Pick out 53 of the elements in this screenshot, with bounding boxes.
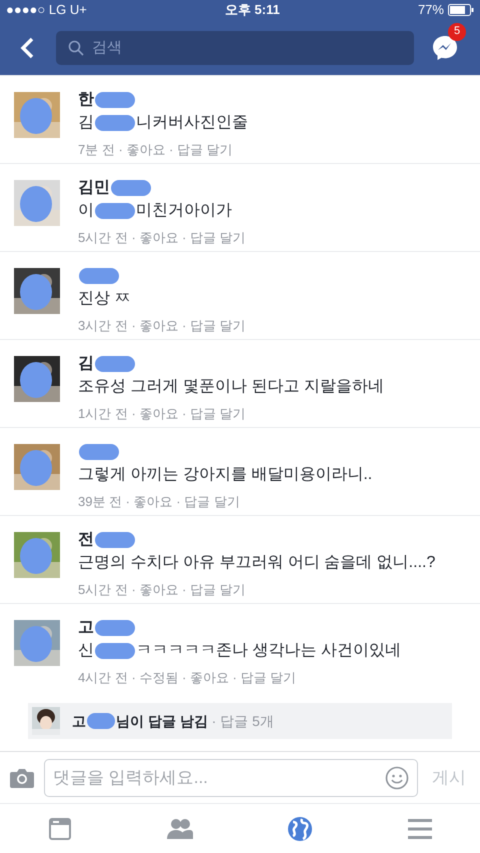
globe-icon	[288, 816, 312, 840]
search-field[interactable]: 검색	[92, 32, 402, 62]
comment-meta: 39분 전 · 좋아요 · 답글 달기	[78, 493, 241, 511]
comment-text: 그렇게 아끼는 강아지를 배달미용이라니..	[78, 465, 372, 485]
comment-text: 니커버사진인줄	[136, 113, 248, 133]
search-bar[interactable]: 검색	[56, 30, 414, 64]
comment-box[interactable]: 댓글을 입력하세요...	[44, 758, 418, 796]
reply-summary-bar[interactable]: 고 님이 답글 남김 · 답글 5개	[28, 703, 452, 739]
carrier-label: ●●●●○ LG U+	[6, 1, 87, 20]
battery-icon	[448, 4, 474, 16]
redaction-mark	[95, 114, 135, 130]
redaction-mark	[95, 202, 135, 218]
redaction-mark	[95, 532, 135, 548]
comment-text: 이	[78, 201, 94, 221]
redaction-mark	[79, 444, 119, 460]
commenter-name[interactable]: 한	[78, 88, 94, 111]
comment-input-field[interactable]: 댓글을 입력하세요...	[53, 760, 385, 794]
menu-icon	[408, 818, 432, 838]
redaction-mark	[95, 620, 135, 636]
comment-meta: 4시간 전 · 수정됨 · 좋아요 · 답글 달기	[78, 669, 298, 687]
search-icon	[68, 40, 84, 56]
news-feed-icon	[49, 818, 71, 840]
comment-text: 진상 ㅉ	[78, 289, 130, 309]
redaction-mark	[111, 180, 151, 196]
reply-summary-text: 님이 답글 남김	[116, 712, 208, 730]
clock-time: 오후 5:11	[224, 1, 280, 20]
comment-text: 김	[78, 113, 94, 133]
redaction-mark	[87, 713, 115, 729]
comment-meta: 7분 전 · 좋아요 · 답글 달기	[78, 141, 234, 159]
comment-meta: 5시간 전 · 좋아요 · 답글 달기	[78, 229, 246, 247]
comment-text: 근명의 수치다 아유 부끄러워 어디 숨을데 없니....?	[78, 553, 436, 573]
battery-percent: 77%	[418, 1, 444, 20]
redaction-mark	[95, 642, 135, 658]
redaction-mark	[95, 356, 135, 372]
commenter-name[interactable]: 김민	[78, 176, 110, 199]
reply-count: · 답글 5개	[210, 712, 274, 730]
comment-text: 조유성 그러게 몇푼이나 된다고 지랄을하네	[78, 377, 384, 397]
comment-meta: 5시간 전 · 좋아요 · 답글 달기	[78, 581, 247, 599]
comment-meta: 3시간 전 · 좋아요 · 답글 달기	[78, 317, 246, 335]
camera-icon[interactable]	[10, 768, 34, 788]
replier-name: 고	[72, 712, 86, 730]
commenter-name[interactable]: 전	[78, 528, 94, 551]
comment-text: 신	[78, 641, 94, 661]
comment-meta: 1시간 전 · 좋아요 · 답글 달기	[78, 405, 247, 423]
notification-badge: 5	[448, 22, 466, 40]
smiley-icon[interactable]	[385, 766, 409, 790]
redaction-mark	[79, 268, 119, 284]
friends-icon	[167, 818, 193, 840]
redaction-mark	[95, 92, 135, 108]
commenter-name[interactable]: 고	[78, 616, 94, 639]
comment-text: 미친거아이가	[136, 201, 232, 221]
comment-text: ㅋㅋㅋㅋㅋ존나 생각나는 사건이있네	[136, 641, 401, 661]
commenter-name[interactable]: 김	[78, 352, 94, 375]
